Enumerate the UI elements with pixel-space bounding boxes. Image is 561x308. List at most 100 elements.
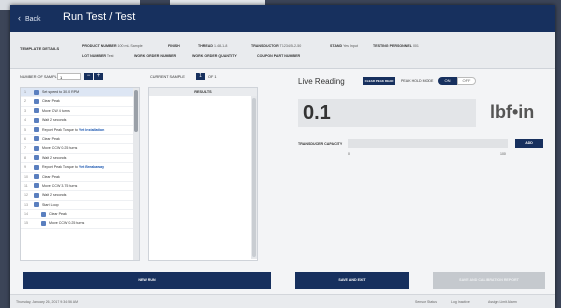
clear-peak-button[interactable]: CLEAR PEAK READ	[363, 77, 395, 85]
step-number: 12	[24, 193, 28, 198]
field-label: TESTING PERSONNEL	[373, 44, 412, 48]
save-calibration-report-button: SAVE AND CALIBRATION REPORT	[433, 272, 545, 289]
peak-hold-off-toggle[interactable]: OFF	[457, 77, 476, 85]
wait-icon	[34, 192, 39, 198]
loop-icon	[34, 202, 39, 208]
step-row[interactable]: 8 Wait 2 seconds	[21, 154, 139, 164]
step-row[interactable]: 2 Clear Peak	[21, 97, 139, 107]
samples-panel: NUMBER OF SAMPLES 1 − + 1 Set speed to 30…	[20, 73, 140, 265]
step-text-main: Wait 2 seconds	[42, 118, 67, 123]
report-icon	[34, 127, 39, 133]
increment-samples-button[interactable]: +	[94, 73, 103, 80]
field-label: PRODUCT NUMBER	[82, 44, 117, 48]
step-text-main: Move CCW 0.25 turns	[42, 146, 78, 151]
field-label: FINISH	[168, 44, 180, 48]
scrollbar-thumb[interactable]	[134, 90, 138, 132]
step-text: Clear Peak	[49, 210, 67, 218]
peak-hold-on-toggle[interactable]: ON	[438, 77, 457, 85]
step-text: Start Loop	[42, 201, 59, 209]
step-row[interactable]: 15 Move CCW 0.25 turns	[21, 219, 139, 229]
field-label: STAND	[330, 44, 343, 48]
step-text: Move CCW 0.25 turns	[42, 144, 77, 152]
live-reading-unit: lbf•in	[490, 102, 535, 122]
add-button[interactable]: ADD	[515, 139, 543, 148]
decrement-samples-button[interactable]: −	[84, 73, 93, 80]
field-label: LOT NUMBER	[82, 54, 106, 58]
footer-link-assign-alarm[interactable]: Assign Limit Alarm	[488, 300, 517, 304]
step-text: Wait 2 seconds	[42, 191, 66, 199]
back-button[interactable]: ‹ Back	[18, 13, 41, 23]
step-text: Wait 2 seconds	[42, 116, 66, 124]
capacity-min-tick: 0	[348, 152, 350, 156]
step-number: 3	[24, 108, 26, 113]
field-value: Yes Input	[343, 44, 358, 48]
clear-peak-icon	[34, 174, 39, 180]
field-lot-number: LOT NUMBER Test	[82, 54, 114, 58]
clear-peak-icon	[34, 98, 39, 104]
save-and-exit-button[interactable]: SAVE AND EXIT	[295, 272, 409, 289]
transducer-capacity-bar	[348, 139, 508, 148]
step-number: 6	[24, 136, 26, 141]
step-row[interactable]: 3 Move CW 4 turns	[21, 107, 139, 117]
step-row[interactable]: 1 Set speed to 30.0 RPM	[21, 88, 139, 98]
step-number: 4	[24, 118, 26, 123]
field-value: 1.48-1-8	[213, 44, 228, 48]
step-row[interactable]: 7 Move CCW 0.25 turns	[21, 144, 139, 154]
transducer-capacity-label: TRANSDUCER CAPACITY	[298, 142, 343, 146]
field-finish: FINISH	[168, 44, 180, 48]
step-text-main: Wait 2 seconds	[42, 155, 67, 160]
step-row[interactable]: 10 Clear Peak	[21, 173, 139, 182]
wait-icon	[34, 155, 39, 161]
field-stand: STAND Yes Input	[330, 44, 358, 48]
scrollbar-thumb[interactable]	[252, 98, 256, 257]
current-sample-select[interactable]: 1	[196, 73, 205, 80]
footer-link-log[interactable]: Log Inactive	[451, 300, 470, 304]
step-text: Wait 2 seconds	[42, 154, 66, 162]
results-heading: RESULTS	[149, 88, 257, 96]
results-scrollbar[interactable]	[251, 96, 257, 259]
step-row[interactable]: 9 Report Peak Torque to Yet Breakaway	[21, 163, 139, 173]
field-work-order-number: WORK ORDER NUMBER	[134, 54, 176, 58]
step-row[interactable]: 13 Start Loop	[21, 201, 139, 211]
step-text: Report Peak Torque to Yet Installation	[42, 126, 104, 134]
field-value: Test	[106, 54, 114, 58]
step-row[interactable]: 11 Move CCW 3.75 turns	[21, 182, 139, 192]
status-footer: Thursday, January 26, 2017 9:34:56 AM Se…	[10, 294, 555, 308]
new-run-button[interactable]: NEW RUN	[23, 272, 271, 289]
rotate-icon	[34, 183, 39, 189]
step-text: Clear Peak	[42, 173, 60, 181]
step-text: Move CCW 3.75 turns	[42, 182, 77, 190]
app-window: ‹ Back Run Test / Test TEMPLATE DETAILS P…	[10, 5, 555, 308]
rotate-icon	[34, 108, 39, 114]
test-steps-list[interactable]: 1 Set speed to 30.0 RPM 2 Clear Peak 3 Move…	[20, 87, 140, 261]
step-text-main: Clear Peak	[42, 136, 60, 141]
step-text-main: Report Peak Torque to	[42, 165, 79, 170]
peak-hold-mode-label: PEAK HOLD MODE	[401, 79, 434, 83]
step-row[interactable]: 5 Report Peak Torque to Yet Installation	[21, 126, 139, 135]
steps-scrollbar[interactable]	[133, 88, 139, 260]
step-text-main: Report Peak Torque to	[42, 127, 79, 132]
step-number: 5	[24, 127, 26, 132]
step-row[interactable]: 6 Clear Peak	[21, 135, 139, 145]
step-number: 10	[24, 174, 28, 179]
step-text-main: Wait 2 seconds	[42, 193, 67, 198]
step-number: 7	[24, 146, 26, 151]
field-value: 001	[412, 44, 419, 48]
field-thread: THREAD 1.48-1-8	[198, 44, 227, 48]
number-of-samples-input[interactable]: 1	[57, 73, 81, 80]
step-row[interactable]: 4 Wait 2 seconds	[21, 116, 139, 126]
field-product-number: PRODUCT NUMBER 100 mL Sample	[82, 44, 143, 48]
step-text: Clear Peak	[42, 135, 60, 143]
step-text-main: Clear Peak	[42, 99, 60, 104]
step-text-main: Set speed to 30.0 RPM	[42, 90, 80, 94]
field-label: WORK ORDER QUANTITY	[192, 54, 237, 58]
footer-link-sensor-status[interactable]: Sensor Status	[415, 300, 437, 304]
live-reading-value: 0.1	[303, 102, 331, 124]
live-reading-display: 0.1	[298, 99, 476, 127]
field-transductor: TRANSDUCTOR T1234/5-2-50	[251, 44, 301, 48]
step-row[interactable]: 14 Clear Peak	[21, 210, 139, 220]
step-row[interactable]: 12 Wait 2 seconds	[21, 191, 139, 201]
rotate-icon	[41, 220, 46, 226]
rotate-icon	[34, 145, 39, 151]
step-text: Move CCW 0.25 turns	[49, 219, 84, 227]
